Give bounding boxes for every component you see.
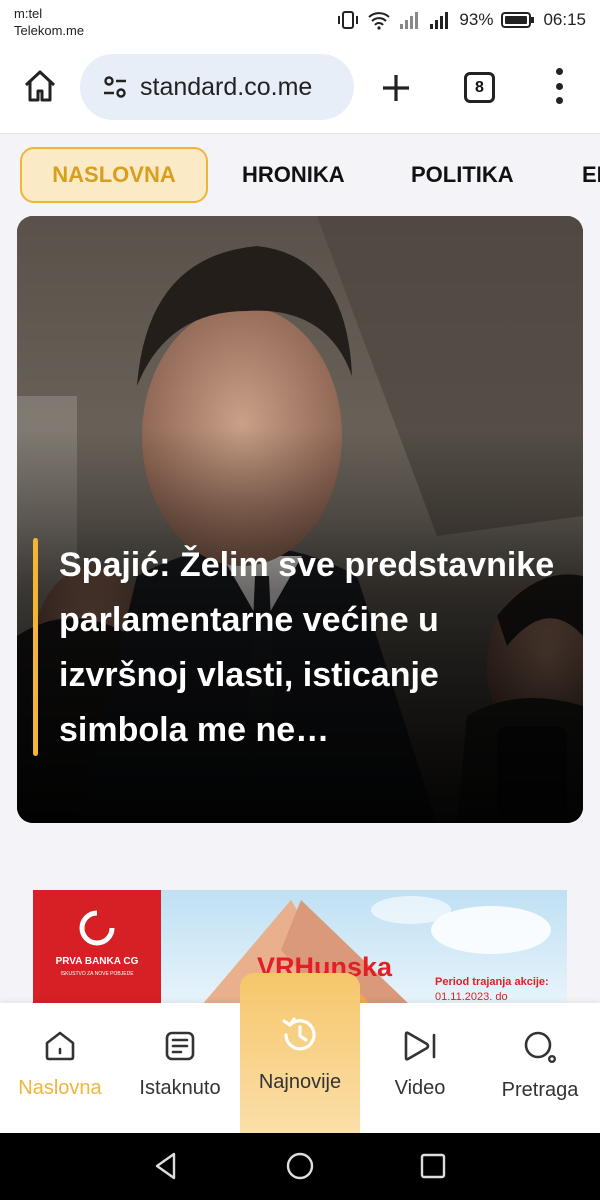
nav-label: Pretraga [501,1079,579,1101]
home-button-icon[interactable] [285,1151,315,1181]
browser-toolbar: standard.co.me 8 [0,44,600,134]
ad-period-label: Period trajanja akcije: [435,976,549,988]
featured-article-card[interactable]: Spajić: Želim sve predstavnike parlament… [17,216,583,823]
carrier-network: Telekom.me [14,23,85,38]
plus-icon [383,75,409,101]
clock: 06:15 [543,10,586,29]
nav-video[interactable]: Video [360,1003,480,1133]
carrier-info: m:tel Telekom.me [14,5,84,39]
ad-tagline: ISKUSTVO ZA NOVE POBJEDE [60,971,134,977]
recents-icon[interactable] [419,1151,447,1181]
browser-menu-button[interactable] [552,68,566,104]
bottom-navigation: Naslovna Istaknuto Najnovije Video Pretr… [0,973,600,1133]
back-icon[interactable] [152,1151,182,1181]
nav-label: Video [394,1077,446,1099]
menu-dot [555,68,563,75]
home-icon [45,1031,75,1061]
nav-naslovna[interactable]: Naslovna [0,1003,120,1133]
history-icon [282,1017,316,1051]
category-tab-hronika[interactable]: HRONIKA [242,147,345,203]
category-nav: NASLOVNA HRONIKA POLITIKA EKONOMIJA [0,135,600,215]
category-tab-naslovna[interactable]: NASLOVNA [20,147,208,203]
nav-pretraga[interactable]: Pretraga [480,1003,600,1133]
tab-switcher-button[interactable]: 8 [464,72,495,103]
status-bar: m:tel Telekom.me 93% 06:15 [0,0,600,44]
search-icon [524,1031,557,1064]
system-navigation-bar [0,1133,600,1200]
wifi-icon [368,12,391,30]
nav-label: Istaknuto [139,1077,221,1099]
nav-istaknuto[interactable]: Istaknuto [120,1003,240,1133]
carrier-name: m:tel [14,6,43,21]
home-icon [24,70,56,102]
nav-najnovije[interactable]: Najnovije [240,973,360,1133]
ad-visual-panel: VRHunska Period trajanja akcije: 01.11.2… [161,890,567,1006]
category-tab-politika[interactable]: POLITIKA [411,147,514,203]
url-text[interactable]: standard.co.me [140,73,312,102]
nav-label: Najnovije [258,1071,342,1093]
article-icon [165,1031,195,1061]
address-bar[interactable]: standard.co.me [80,54,354,120]
ad-bank-panel: PRVA BANKA CG ISKUSTVO ZA NOVE POBJEDE [33,890,161,1006]
new-tab-button[interactable] [380,72,412,104]
ad-period-date: 01.11.2023. do [435,991,508,1003]
ad-bank-name: PRVA BANKA CG [55,956,139,967]
status-icons: 93% 06:15 [337,9,586,31]
menu-dot [555,97,563,104]
hands-roof-illustration [201,896,551,1006]
browser-home-button[interactable] [22,68,58,104]
battery-percent: 93% [459,10,494,29]
signal-icon [430,12,449,29]
battery-icon [501,12,535,28]
signal-icon [400,12,419,29]
bank-logo-icon [79,910,115,946]
nav-label: Naslovna [18,1077,102,1099]
video-icon [404,1031,436,1061]
menu-dot [555,82,563,90]
site-settings-icon[interactable] [102,74,128,100]
vibrate-icon [338,11,359,29]
featured-article-title[interactable]: Spajić: Želim sve predstavnike parlament… [59,538,569,758]
category-tab-ekonomija[interactable]: EKONOMIJA [582,147,600,203]
title-accent-bar [33,538,38,756]
